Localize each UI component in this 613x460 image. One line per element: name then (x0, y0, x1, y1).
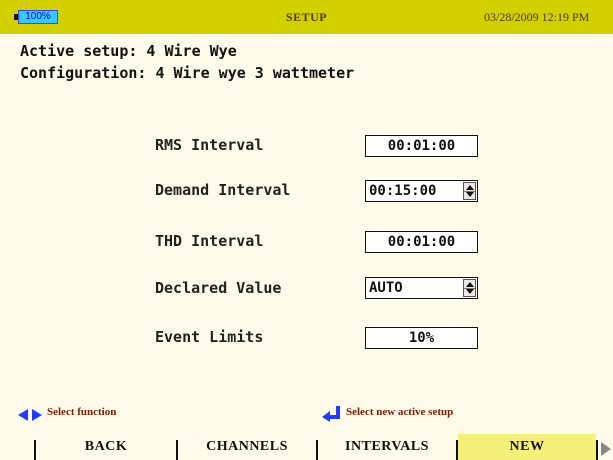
active-setup-text: Active setup: 4 Wire Wye (20, 42, 237, 60)
thd-interval-label: THD Interval (155, 232, 264, 250)
demand-interval-value: 00:15:00 (369, 183, 437, 199)
left-right-arrows-icon (18, 409, 42, 421)
rms-interval-field[interactable]: 00:01:00 (365, 135, 478, 157)
key-separator (596, 440, 598, 460)
function-key-bar: BACK CHANNELS INTERVALS NEW (0, 434, 613, 460)
more-keys-arrow-icon[interactable] (601, 442, 611, 456)
declared-value-label: Declared Value (155, 279, 282, 297)
declared-value-spinner[interactable]: AUTO (365, 277, 478, 299)
thd-interval-field[interactable]: 00:01:00 (365, 231, 478, 253)
event-limits-label: Event Limits (155, 328, 264, 346)
configuration-text: Configuration: 4 Wire wye 3 wattmeter (20, 64, 355, 82)
enter-icon (322, 406, 340, 422)
spin-down-icon[interactable] (466, 289, 474, 294)
rms-interval-value: 00:01:00 (387, 138, 456, 154)
declared-value-value: AUTO (369, 280, 403, 296)
demand-interval-label: Demand Interval (155, 181, 291, 199)
hint-select-function: Select function (47, 406, 117, 418)
new-button[interactable]: NEW (458, 434, 596, 460)
event-limits-field[interactable]: 10% (365, 327, 478, 349)
demand-interval-spinner[interactable]: 00:15:00 (365, 180, 478, 202)
spin-down-icon[interactable] (466, 192, 474, 197)
title-bar: 100% SETUP 03/28/2009 12:19 PM (0, 0, 613, 34)
spinner-arrows-icon[interactable] (463, 279, 476, 297)
rms-interval-label: RMS Interval (155, 136, 264, 154)
date-time: 03/28/2009 12:19 PM (484, 10, 590, 24)
thd-interval-value: 00:01:00 (387, 234, 456, 250)
hint-select-new-setup: Select new active setup (346, 406, 454, 418)
spinner-arrows-icon[interactable] (463, 182, 476, 200)
event-limits-value: 10% (408, 330, 435, 346)
spin-up-icon[interactable] (466, 185, 474, 190)
intervals-button[interactable]: INTERVALS (318, 434, 456, 460)
back-button[interactable]: BACK (36, 434, 176, 460)
channels-button[interactable]: CHANNELS (178, 434, 316, 460)
spin-up-icon[interactable] (466, 282, 474, 287)
